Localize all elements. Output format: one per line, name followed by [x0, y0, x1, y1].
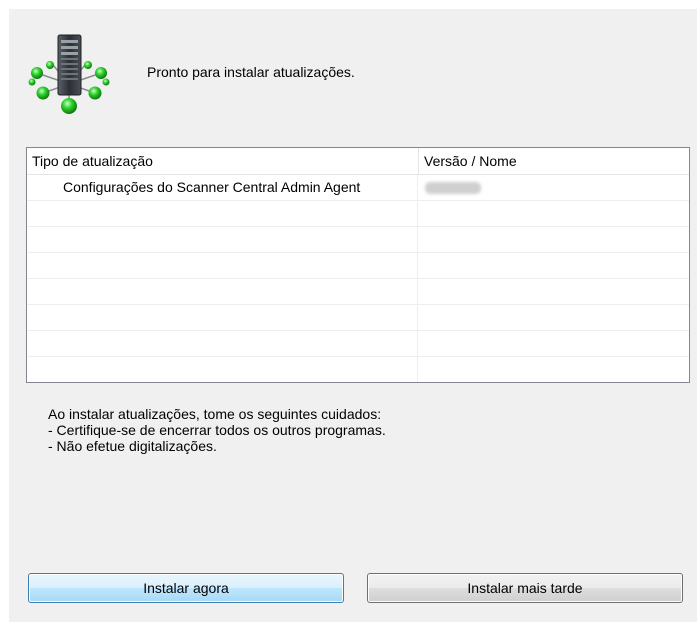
status-message: Pronto para instalar atualizações. — [147, 64, 355, 80]
version-cell — [419, 357, 689, 382]
table-row — [27, 201, 689, 227]
note-close-programs: - Certifique-se de encerrar todos os out… — [48, 422, 386, 438]
install-later-button[interactable]: Instalar mais tarde — [367, 573, 683, 603]
table-row — [27, 357, 689, 382]
table-row — [27, 253, 689, 279]
column-header-version[interactable]: Versão / Nome — [419, 148, 689, 174]
install-now-button[interactable]: Instalar agora — [28, 573, 344, 603]
update-dialog: Pronto para instalar atualizações. Tipo … — [9, 9, 697, 622]
table-row — [27, 227, 689, 253]
update-type-cell — [27, 331, 418, 356]
update-type-cell — [27, 305, 418, 330]
updates-table: Tipo de atualização Versão / Nome Config… — [26, 147, 690, 383]
notes-intro: Ao instalar atualizações, tome os seguin… — [48, 406, 382, 422]
table-body: Configurações do Scanner Central Admin A… — [27, 175, 689, 382]
version-cell — [419, 331, 689, 356]
update-type-cell: Configurações do Scanner Central Admin A… — [27, 175, 418, 200]
version-cell — [419, 175, 689, 200]
install-notes: Ao instalar atualizações, tome os seguin… — [48, 406, 386, 454]
table-row — [27, 305, 689, 331]
table-row — [27, 331, 689, 357]
table-header: Tipo de atualização Versão / Nome — [27, 148, 689, 175]
update-type-cell — [27, 227, 418, 252]
column-header-type[interactable]: Tipo de atualização — [27, 148, 419, 174]
table-row[interactable]: Configurações do Scanner Central Admin A… — [27, 175, 689, 201]
version-cell — [419, 227, 689, 252]
update-type-cell — [27, 253, 418, 278]
version-cell — [419, 253, 689, 278]
server-network-icon — [23, 29, 115, 121]
redacted-version — [425, 182, 481, 194]
update-type-cell — [27, 201, 418, 226]
version-cell — [419, 279, 689, 304]
update-type-cell — [27, 357, 418, 382]
update-type-cell — [27, 279, 418, 304]
version-cell — [419, 201, 689, 226]
note-no-scanning: - Não efetue digitalizações. — [48, 438, 217, 454]
version-cell — [419, 305, 689, 330]
table-row — [27, 279, 689, 305]
